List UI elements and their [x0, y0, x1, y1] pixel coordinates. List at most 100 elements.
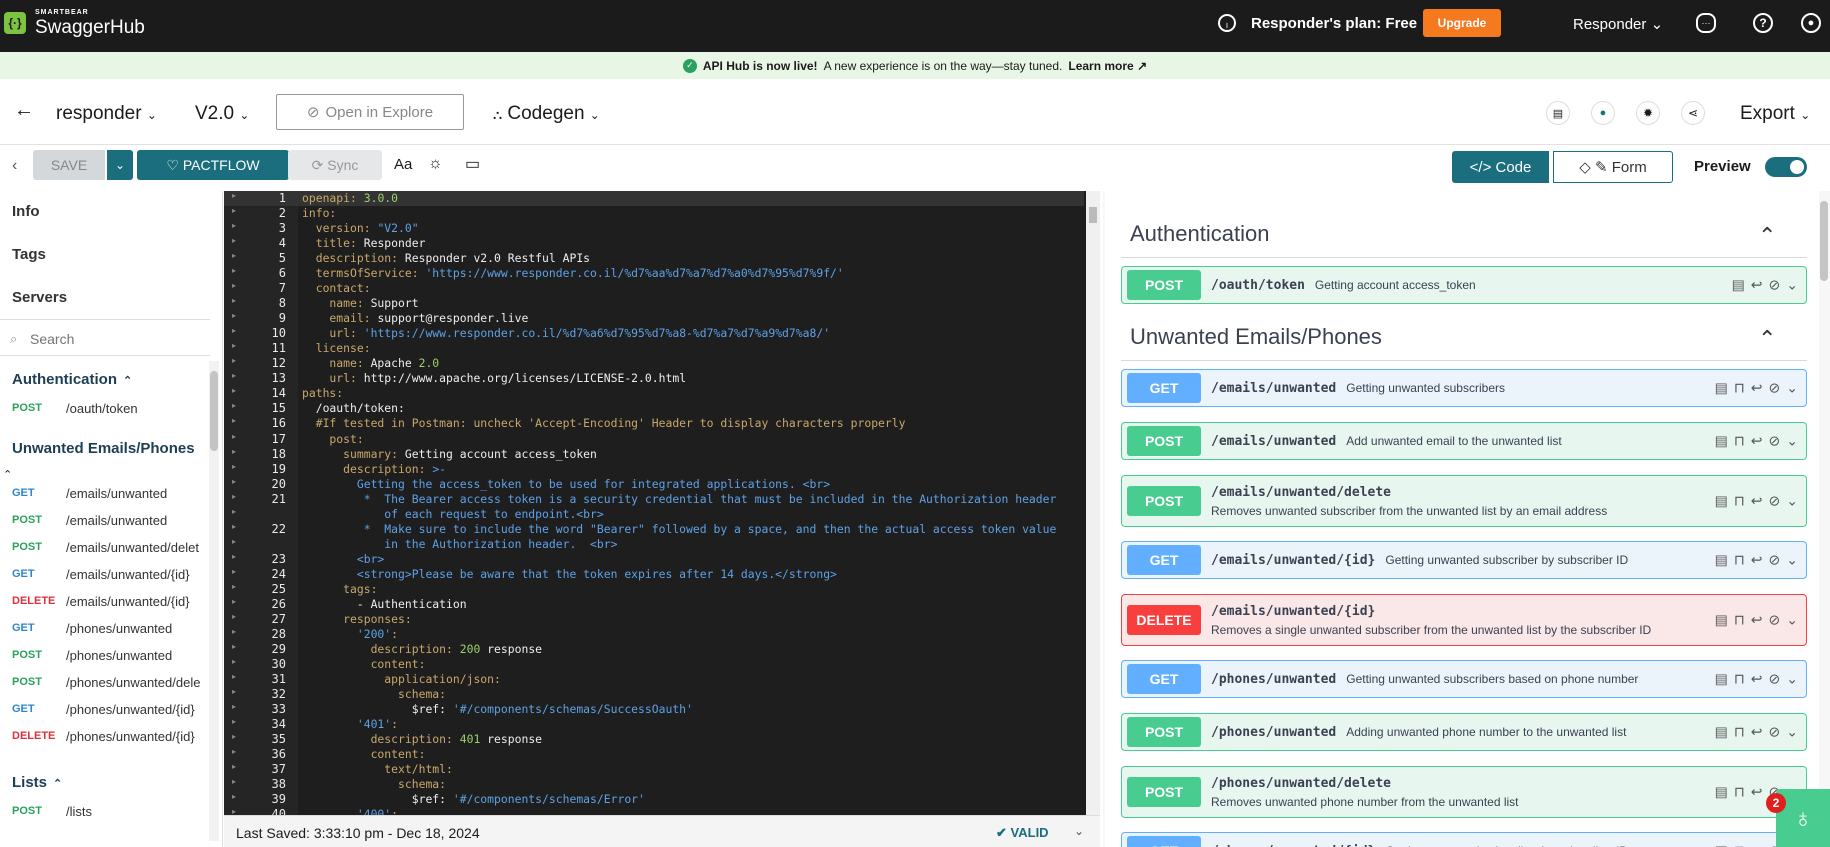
compass-icon[interactable]: ⊘	[1769, 552, 1781, 569]
sidebar-item[interactable]: DELETE/phones/unwanted/{id}	[12, 725, 212, 747]
compass-icon[interactable]: ⊘	[1769, 671, 1781, 688]
sidebar-item[interactable]: POST/phones/unwanted/dele	[12, 671, 212, 693]
operation-row[interactable]: GET/phones/unwanted Getting unwanted subs…	[1121, 660, 1807, 698]
learn-more-link[interactable]: Learn more ↗	[1068, 59, 1147, 73]
chevron-down-icon[interactable]: ⌄	[1786, 612, 1798, 629]
chevron-down-icon[interactable]: ⌄	[1074, 824, 1084, 838]
font-size-toggle[interactable]: Aa	[394, 156, 412, 173]
tag-heading[interactable]: Authentication	[1130, 221, 1269, 247]
chevron-up-icon[interactable]: ⌃	[1758, 223, 1776, 249]
fold-marker[interactable]: ▸	[232, 687, 236, 696]
lock-icon[interactable]: ⊓	[1734, 433, 1745, 450]
search-input[interactable]	[30, 326, 200, 352]
fold-marker[interactable]: ▸	[232, 416, 236, 425]
fold-marker[interactable]: ▸	[232, 191, 236, 200]
help-icon[interactable]: ?	[1753, 13, 1773, 33]
fold-marker[interactable]: ▸	[232, 492, 236, 501]
code-view-button[interactable]: </> Code	[1452, 151, 1549, 183]
clipboard-icon[interactable]: ▤	[1715, 843, 1728, 847]
compass-icon[interactable]: ⊘	[1769, 612, 1781, 629]
sidebar-scrollbar[interactable]	[209, 361, 219, 841]
fold-marker[interactable]: ▸	[232, 206, 236, 215]
fold-marker[interactable]: ▸	[232, 386, 236, 395]
compass-icon[interactable]: ⊘	[1769, 724, 1781, 741]
operation-row[interactable]: POST/emails/unwanted/delete Removes unwan…	[1121, 475, 1807, 527]
fold-marker[interactable]: ▸	[232, 281, 236, 290]
lock-icon[interactable]: ⊓	[1734, 493, 1745, 510]
operation-row[interactable]: POST/phones/unwanted/delete Removes unwan…	[1121, 766, 1807, 818]
compass-icon[interactable]: ⊘	[1769, 493, 1781, 510]
operation-row[interactable]: POST/emails/unwanted Add unwanted email t…	[1121, 422, 1807, 460]
fold-marker[interactable]: ▸	[232, 251, 236, 260]
clipboard-icon[interactable]: ▤	[1715, 380, 1728, 397]
chevron-down-icon[interactable]: ⌄	[1786, 380, 1798, 397]
scrollbar-thumb[interactable]	[1089, 207, 1097, 223]
codegen-dropdown[interactable]: ⛬ Codegen ⌄	[493, 103, 600, 125]
preview-toggle[interactable]	[1765, 157, 1807, 177]
pactflow-button[interactable]: ♡ PACTFLOW	[137, 150, 289, 180]
sidebar-item[interactable]: GET/phones/unwanted	[12, 617, 212, 639]
tag-heading[interactable]: Unwanted Emails/Phones	[1130, 324, 1382, 350]
chat-icon[interactable]: ···	[1696, 13, 1716, 33]
fold-marker[interactable]: ▸	[232, 477, 236, 486]
sidebar-item[interactable]: GET/emails/unwanted	[12, 482, 212, 504]
fold-marker[interactable]: ▸	[232, 612, 236, 621]
sidebar-info[interactable]: Info	[12, 203, 40, 220]
return-icon[interactable]: ↩	[1751, 671, 1763, 688]
sidebar-servers[interactable]: Servers	[12, 289, 67, 306]
lock-icon[interactable]: ⊓	[1734, 380, 1745, 397]
clipboard-icon[interactable]: ▤	[1715, 493, 1728, 510]
sidebar-item[interactable]: GET/phones/unwanted/{id}	[12, 698, 212, 720]
document-icon[interactable]: ▤	[1546, 101, 1570, 125]
fold-marker[interactable]: ▸	[232, 597, 236, 606]
sidebar-item[interactable]: POST/emails/unwanted/delet	[12, 536, 212, 558]
return-icon[interactable]: ↩	[1751, 552, 1763, 569]
return-icon[interactable]: ↩	[1751, 493, 1763, 510]
return-icon[interactable]: ↩	[1751, 784, 1763, 801]
fold-marker[interactable]: ▸	[232, 552, 236, 561]
fold-marker[interactable]: ▸	[232, 717, 236, 726]
return-icon[interactable]: ↩	[1751, 724, 1763, 741]
fold-marker[interactable]: ▸	[232, 732, 236, 741]
operation-row[interactable]: GET/emails/unwanted/{id} Getting unwanted…	[1121, 541, 1807, 579]
fold-marker[interactable]: ▸	[232, 221, 236, 230]
fold-marker[interactable]: ▸	[232, 777, 236, 786]
chevron-up-icon[interactable]: ⌃	[3, 468, 12, 481]
fold-marker[interactable]: ▸	[232, 341, 236, 350]
fold-marker[interactable]: ▸	[232, 326, 236, 335]
collapse-left-icon[interactable]: ‹	[12, 157, 17, 175]
fold-marker[interactable]: ▸	[232, 702, 236, 711]
fold-marker[interactable]: ▸	[232, 447, 236, 456]
account-icon[interactable]: ●	[1801, 13, 1821, 33]
return-icon[interactable]: ↩	[1751, 277, 1763, 294]
fold-marker[interactable]: ▸	[232, 642, 236, 651]
chevron-up-icon[interactable]: ⌃	[1758, 326, 1776, 352]
fold-marker[interactable]: ▸	[232, 296, 236, 305]
chevron-down-icon[interactable]: ⌄	[1786, 277, 1798, 294]
sidebar-group-1[interactable]: Unwanted Emails/Phones	[12, 440, 195, 457]
compass-icon[interactable]: ⊘	[1769, 277, 1781, 294]
export-dropdown[interactable]: Export ⌄	[1740, 103, 1810, 125]
operation-row[interactable]: GET/emails/unwanted Getting unwanted subs…	[1121, 369, 1807, 407]
save-options-chevron-icon[interactable]: ⌄	[107, 150, 133, 180]
fold-marker[interactable]: ▸	[232, 371, 236, 380]
brand-name[interactable]: SwaggerHub	[35, 17, 145, 39]
return-icon[interactable]: ↩	[1751, 843, 1763, 847]
fold-marker[interactable]: ▸	[232, 266, 236, 275]
editor-scrollbar[interactable]	[1086, 191, 1100, 815]
fold-marker[interactable]: ▸	[232, 762, 236, 771]
sidebar-group-2[interactable]: Lists ⌃	[12, 774, 62, 791]
fold-marker[interactable]: ▸	[232, 462, 236, 471]
fold-marker[interactable]: ▸	[232, 537, 236, 546]
settings-gear-icon[interactable]: ✹	[1636, 101, 1660, 125]
lock-icon[interactable]: ⊓	[1734, 784, 1745, 801]
lock-icon[interactable]: ⊓	[1734, 671, 1745, 688]
chevron-down-icon[interactable]: ⌄	[1786, 671, 1798, 688]
back-arrow-icon[interactable]: ←	[14, 99, 34, 122]
fold-marker[interactable]: ▸	[232, 747, 236, 756]
operation-row[interactable]: GET/phones/unwanted/{id}Getting unwanted…	[1121, 832, 1807, 847]
chevron-down-icon[interactable]: ⌄	[1786, 493, 1798, 510]
code-editor[interactable]: 1 ▸ openapi: 3.0.0 2 ▸ info: 3 ▸ version: "V2.0…	[224, 191, 1100, 815]
lock-icon[interactable]: ⊓	[1734, 612, 1745, 629]
clipboard-icon[interactable]: ▤	[1715, 784, 1728, 801]
